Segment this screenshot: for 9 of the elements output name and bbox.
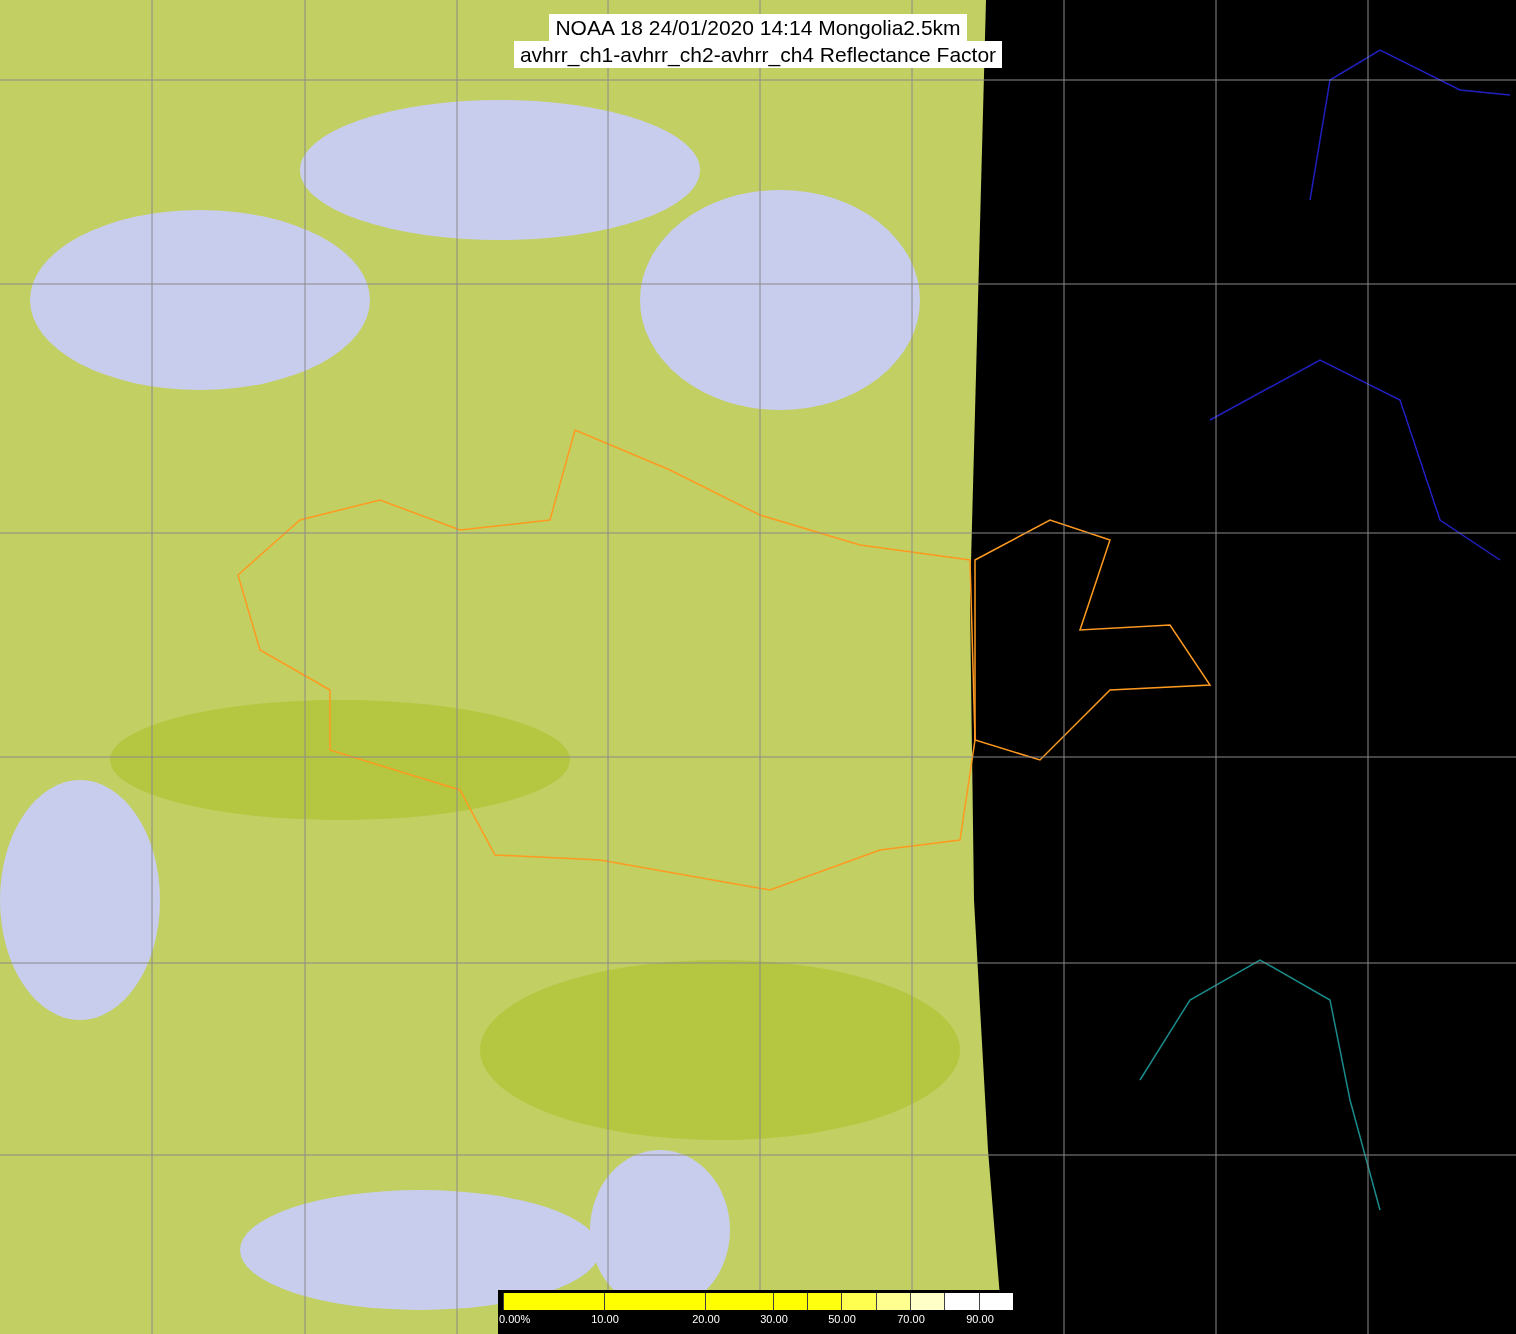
map-title: NOAA 18 24/01/2020 14:14 Mongolia2.5km (549, 14, 967, 41)
colorbar-tick-label: 10.00 (591, 1313, 619, 1326)
colorbar-tick-label: 50.00 (828, 1313, 856, 1326)
colorbar-tick-label: 0.00% (499, 1313, 531, 1326)
map-title: avhrr_ch1-avhrr_ch2-avhrr_ch4 Reflectance Factor (513, 41, 1003, 68)
colorbar-tick-label: 20.00 (692, 1313, 720, 1326)
colorbar-tick-label: 30.00 (760, 1313, 788, 1326)
colorbar-tick-label: 90.00 (966, 1313, 994, 1326)
colorbar-tick-label: 70.00 (897, 1313, 925, 1326)
